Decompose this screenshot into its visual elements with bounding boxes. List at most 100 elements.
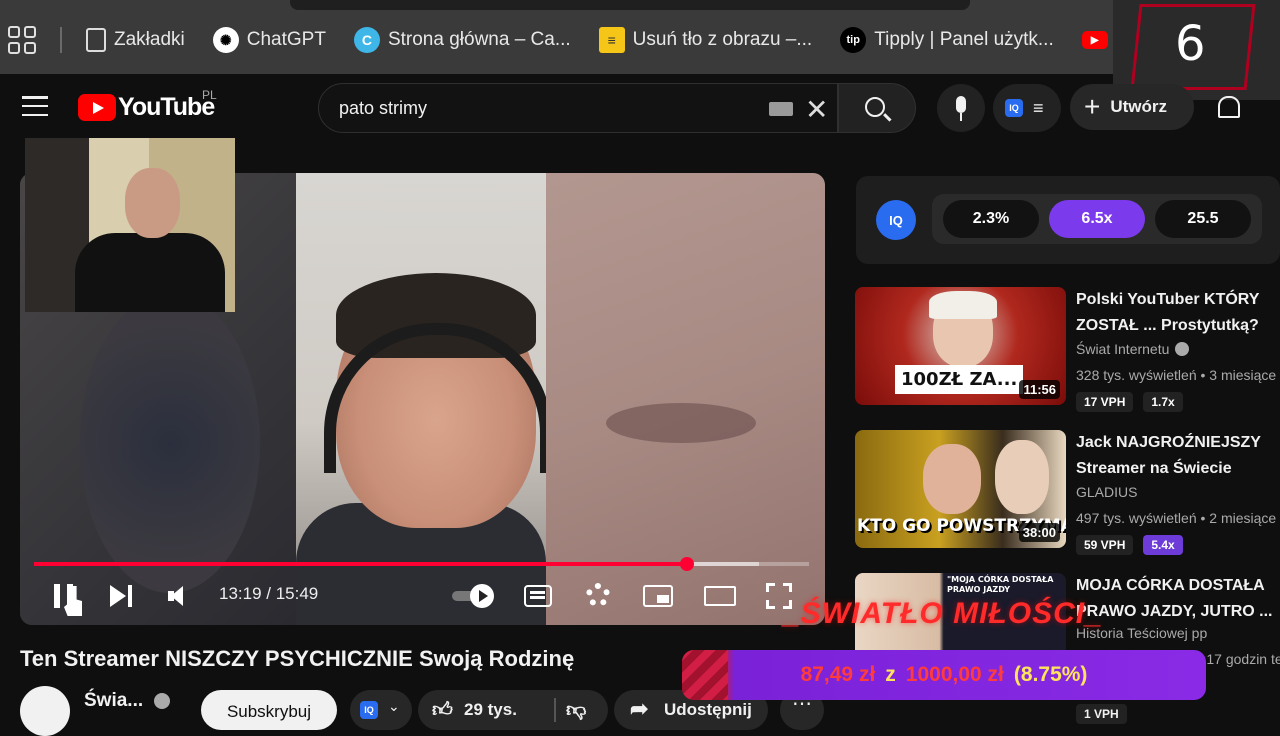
browser-tabstrip xyxy=(290,0,970,10)
subscribe-button[interactable]: Subskrybuj xyxy=(201,690,337,730)
bookmark-chatgpt[interactable]: ✺ ChatGPT xyxy=(199,20,340,60)
keyboard-icon[interactable] xyxy=(769,102,793,116)
verified-icon xyxy=(154,693,170,709)
progress-played xyxy=(34,562,687,566)
title-line: Jack NAJGROŹNIEJSZY xyxy=(1076,434,1261,451)
video-thumbnail[interactable]: KTO GO POWSTRZYMA? 38:00 xyxy=(855,430,1066,548)
video-meta: 497 tys. wyświetleń • 2 miesiące xyxy=(1076,510,1277,526)
recommendation-title[interactable]: Polski YouTuber KTÓRY ZOSTAŁ ... Prostyt… xyxy=(1076,287,1280,339)
title-line: Streamer na Świecie xyxy=(1076,460,1232,477)
vidiq-stat[interactable]: 2.3% xyxy=(943,200,1039,238)
bookmark-icon xyxy=(86,28,106,52)
title-line: Polski YouTuber KTÓRY xyxy=(1076,291,1260,308)
recommendation-title[interactable]: Jack NAJGROŹNIEJSZY Streamer na Świecie xyxy=(1076,430,1280,482)
menu-icon[interactable] xyxy=(22,96,48,116)
channel-name[interactable]: GLADIUS xyxy=(1076,484,1137,500)
vidiq-icon: IQ xyxy=(360,701,378,719)
video-meta: 328 tys. wyświetleń • 3 miesiące xyxy=(1076,367,1277,383)
donation-goal-bar: 87,49 zł z 1000,00 zł (8.75%) xyxy=(682,650,1206,700)
recommendation-item[interactable]: KTO GO POWSTRZYMA? 38:00 Jack NAJGROŹNIE… xyxy=(855,430,1280,555)
bookmark-label: Zakładki xyxy=(114,29,185,50)
title-line: MOJA CÓRKA DOSTAŁA xyxy=(1076,577,1265,594)
channel-avatar[interactable] xyxy=(20,686,70,736)
multiplier-badge: 5.4x xyxy=(1143,535,1183,555)
bookmark-tipply[interactable]: tip Tipply | Panel użytk... xyxy=(826,20,1068,60)
vph-badge: 1 VPH xyxy=(1076,704,1127,724)
bookmark-label: Tipply | Panel użytk... xyxy=(874,29,1054,50)
apps-icon[interactable] xyxy=(8,26,36,54)
duration-badge: 38:00 xyxy=(1018,523,1060,542)
miniplayer-icon[interactable] xyxy=(643,585,673,607)
channel-label: Świat Internetu xyxy=(1076,341,1170,357)
stream-overlay-text: _ŚWIATŁO MIŁOŚCI_ xyxy=(783,597,1103,630)
search-input[interactable]: pato strimy xyxy=(339,98,427,119)
youtube-icon: ▶ xyxy=(1081,31,1108,49)
counter-value: 6 xyxy=(1175,16,1206,72)
bookmarks-bar: Zakładki ✺ ChatGPT C Strona główna – Ca.… xyxy=(0,0,1280,74)
voice-search-button[interactable] xyxy=(937,84,985,132)
recommendation-item[interactable]: 100ZŁ ZA... 11:56 Polski YouTuber KTÓRY … xyxy=(855,287,1280,412)
verified-icon xyxy=(1175,342,1190,356)
like-divider xyxy=(554,698,556,722)
channel-name[interactable]: Świa... xyxy=(84,690,143,712)
volume-icon[interactable] xyxy=(168,586,190,606)
search-button[interactable] xyxy=(838,83,916,133)
bookmark-zakladki[interactable]: Zakładki xyxy=(72,20,199,60)
bookmark-canva[interactable]: C Strona główna – Ca... xyxy=(340,20,585,60)
vidiq-stat-active[interactable]: 6.5x xyxy=(1049,200,1145,238)
plus-icon: + xyxy=(1084,91,1101,122)
youtube-wordmark: YouTube xyxy=(118,93,215,121)
removebg-icon: ≡ xyxy=(598,27,625,53)
multiplier-badge: 1.7x xyxy=(1143,392,1183,412)
title-line: PRAWO JAZDY, JUTRO ... xyxy=(1076,603,1273,620)
notifications-bell-icon[interactable] xyxy=(1218,96,1240,118)
theater-mode-icon[interactable] xyxy=(704,586,736,606)
bookmark-label: Strona główna – Ca... xyxy=(387,29,571,50)
search-box[interactable]: pato strimy ✕ xyxy=(318,83,838,133)
settings-gear-icon[interactable] xyxy=(586,583,610,607)
clear-search-icon[interactable]: ✕ xyxy=(805,96,828,124)
youtube-logo[interactable]: YouTube xyxy=(78,93,215,122)
tipply-icon: tip xyxy=(840,27,867,53)
like-button[interactable]: 👍︎ 29 tys. 👎︎ xyxy=(418,690,608,730)
share-label: Udostępnij xyxy=(664,700,752,719)
vidiq-button[interactable]: IQ ⌄ xyxy=(350,690,412,730)
country-code: PL xyxy=(202,88,217,102)
chevron-down-icon: ⌄ xyxy=(388,698,400,714)
channel-label: GLADIUS xyxy=(1076,484,1138,500)
bookmarks-divider xyxy=(60,27,62,53)
vidiq-icon: IQ xyxy=(1005,99,1023,117)
scrubber-handle[interactable] xyxy=(679,557,694,571)
bookmark-label: Usuń tło z obrazu –... xyxy=(632,29,813,50)
vidiq-stat[interactable]: 25.5 xyxy=(1155,200,1251,238)
bookmark-removebg[interactable]: ≡ Usuń tło z obrazu –... xyxy=(585,20,827,60)
chatgpt-icon: ✺ xyxy=(212,27,239,53)
vidiq-menu-button[interactable]: IQ ≡ xyxy=(993,84,1061,132)
goal-current: 87,49 zł xyxy=(800,663,876,686)
subtitles-icon[interactable] xyxy=(524,585,552,607)
search-icon xyxy=(865,97,885,117)
vph-badge: 17 VPH xyxy=(1076,392,1134,412)
streamer-webcam xyxy=(25,138,235,312)
thumbs-up-icon: 👍︎ xyxy=(432,699,453,721)
autoplay-toggle[interactable] xyxy=(452,584,496,608)
channel-name[interactable]: Świat Internetu xyxy=(1076,341,1190,357)
bookmark-label: ChatGPT xyxy=(246,29,326,50)
thumbnail-caption: 100ZŁ ZA... xyxy=(895,365,1024,394)
create-button[interactable]: + Utwórz xyxy=(1070,84,1194,130)
vph-badge: 59 VPH xyxy=(1076,535,1134,555)
share-icon: ➦ xyxy=(630,696,649,721)
like-count: 29 tys. xyxy=(464,700,517,719)
thumbs-down-icon[interactable]: 👎︎ xyxy=(566,698,586,722)
next-icon[interactable] xyxy=(110,585,134,607)
vidiq-logo[interactable]: IQ xyxy=(876,200,916,240)
vidiq-badges: 17 VPH 1.7x xyxy=(1076,392,1183,412)
recommendation-title[interactable]: MOJA CÓRKA DOSTAŁA PRAWO JAZDY, JUTRO ..… xyxy=(1076,573,1280,625)
vidiq-badges: 59 VPH 5.4x xyxy=(1076,535,1183,555)
canva-icon: C xyxy=(353,27,380,53)
video-panel-center xyxy=(296,173,552,625)
video-thumbnail[interactable]: 100ZŁ ZA... 11:56 xyxy=(855,287,1066,405)
goal-separator: z xyxy=(885,663,896,686)
create-label: Utwórz xyxy=(1110,97,1168,116)
title-line: ZOSTAŁ ... Prostytutką? xyxy=(1076,317,1259,334)
